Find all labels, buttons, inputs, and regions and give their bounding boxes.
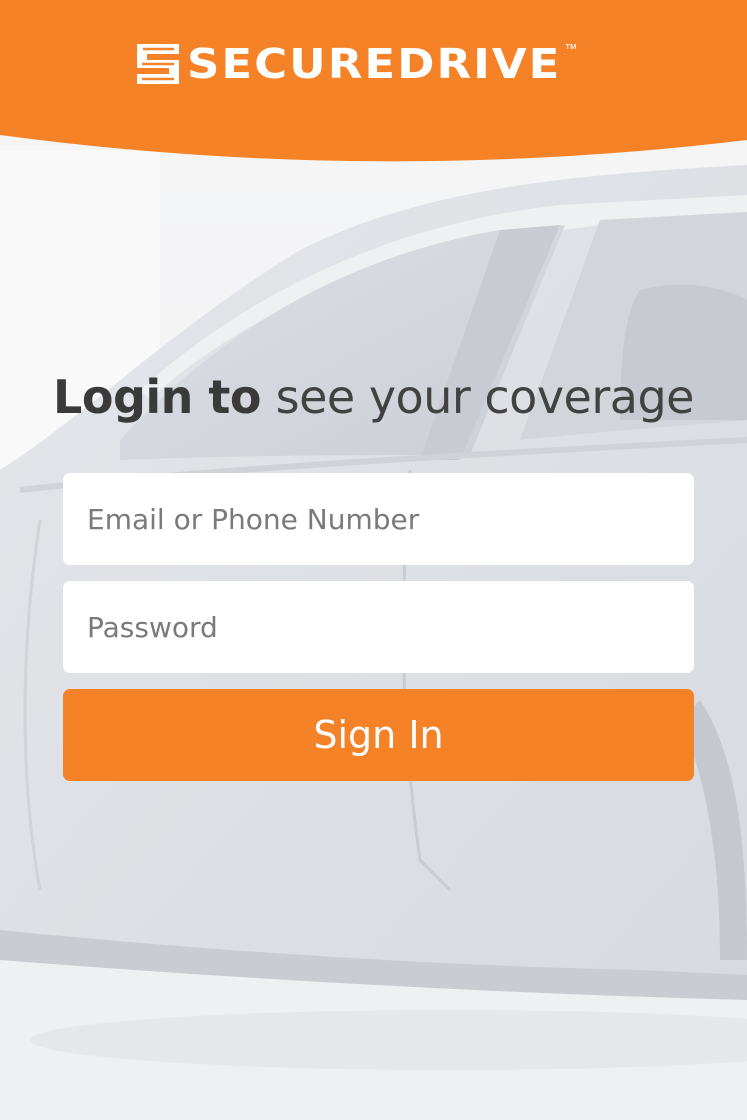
email-or-phone-input[interactable] <box>63 473 694 565</box>
brand-logo: SECUREDRIVE ™ <box>133 40 577 88</box>
sign-in-button[interactable]: Sign In <box>63 689 694 781</box>
headline-strong: Login to <box>53 370 262 424</box>
headline-light: see your coverage <box>275 370 695 424</box>
securedrive-s-mark-icon <box>137 44 179 84</box>
password-input[interactable] <box>63 581 694 673</box>
trademark-symbol: ™ <box>564 41 578 56</box>
brand-name: SECUREDRIVE <box>187 39 562 88</box>
login-headline: Login to see your coverage <box>0 366 747 428</box>
